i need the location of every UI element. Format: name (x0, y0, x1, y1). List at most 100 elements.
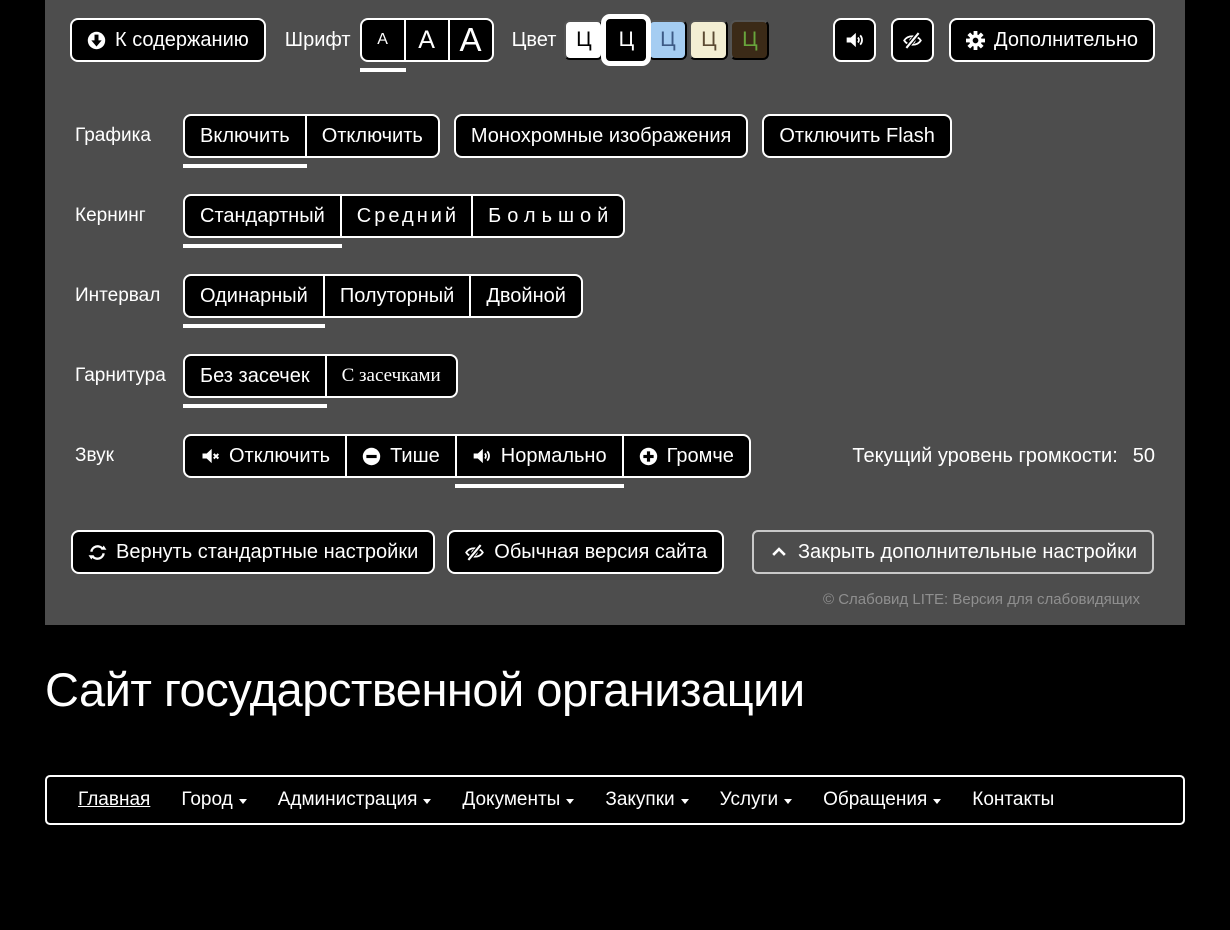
nav-item-uslugi[interactable]: Услуги (720, 789, 792, 811)
color-scheme-brown-button[interactable]: Ц (730, 20, 769, 60)
normal-version-button[interactable]: Обычная версия сайта (447, 530, 724, 574)
typeface-group: Без засечек С засечками (183, 354, 458, 398)
nav-item-label: Документы (462, 789, 560, 811)
color-scheme-white-button[interactable]: Ц (564, 20, 603, 60)
sound-quieter-label: Тише (390, 445, 440, 468)
chevron-down-icon (239, 799, 247, 804)
to-content-button[interactable]: К содержанию (70, 18, 266, 62)
chevron-down-icon (423, 799, 431, 804)
sound-toggle-button[interactable] (833, 18, 876, 62)
minus-circle-icon (362, 447, 381, 466)
typeface-row: Гарнитура Без засечек С засечками (75, 354, 1155, 398)
sound-louder-label: Громче (667, 445, 734, 468)
font-size-label: Шрифт (285, 29, 351, 52)
normal-version-icon-button[interactable] (891, 18, 934, 62)
kerning-standard-button[interactable]: Стандартный (183, 194, 342, 238)
nav-item-zakupki[interactable]: Закупки (605, 789, 688, 811)
interval-double-button[interactable]: Двойной (469, 274, 583, 318)
nav-item-label: Администрация (278, 789, 418, 811)
color-scheme-black-button[interactable]: Ц (601, 14, 651, 66)
typeface-sans-button[interactable]: Без засечек (183, 354, 327, 398)
nav-item-administraciya[interactable]: Администрация (278, 789, 432, 811)
kerning-row: Кернинг Стандартный Средний Большой (75, 194, 1155, 238)
main-nav: Главная Город Администрация Документы За… (45, 775, 1185, 825)
interval-single-button[interactable]: Одинарный (183, 274, 325, 318)
arrow-circle-down-icon (87, 31, 106, 50)
reset-settings-button[interactable]: Вернуть стандартные настройки (71, 530, 435, 574)
nav-item-obrascheniya[interactable]: Обращения (823, 789, 941, 811)
close-extra-settings-label: Закрыть дополнительные настройки (798, 541, 1137, 564)
volume-up-icon (845, 30, 865, 50)
normal-version-label: Обычная версия сайта (494, 541, 707, 564)
font-size-medium-button[interactable]: А (404, 18, 450, 62)
sound-row: Звук Отключить Тише Нормально (75, 434, 1155, 478)
kerning-label: Кернинг (75, 205, 183, 227)
accessibility-panel: К содержанию Шрифт А А А Цвет Ц Ц Ц Ц Ц (45, 0, 1185, 625)
sound-off-label: Отключить (229, 445, 330, 468)
slabovid-copyright: © Слабовид LITE: Версия для слабовидящих (823, 591, 1140, 608)
volume-mute-icon (200, 446, 220, 466)
close-extra-settings-button[interactable]: Закрыть дополнительные настройки (752, 530, 1154, 574)
graphics-enable-button[interactable]: Включить (183, 114, 307, 158)
sound-louder-button[interactable]: Громче (622, 434, 751, 478)
graphics-label: Графика (75, 125, 183, 147)
nav-item-label: Контакты (972, 789, 1054, 811)
nav-item-label: Город (181, 789, 232, 811)
monochrome-images-button[interactable]: Монохромные изображения (454, 114, 749, 158)
extra-settings-button[interactable]: Дополнительно (949, 18, 1155, 62)
color-scheme-blue-button[interactable]: Ц (648, 20, 687, 60)
typeface-serif-button[interactable]: С засечками (325, 354, 458, 398)
plus-circle-icon (639, 447, 658, 466)
chevron-up-icon (769, 542, 789, 562)
sound-normal-button[interactable]: Нормально (455, 434, 624, 478)
kerning-large-button[interactable]: Большой (471, 194, 625, 238)
nav-item-label: Обращения (823, 789, 927, 811)
eye-slash-icon (464, 542, 485, 563)
nav-item-label: Закупки (605, 789, 674, 811)
extra-settings-label: Дополнительно (994, 29, 1138, 52)
graphics-disable-button[interactable]: Отключить (305, 114, 440, 158)
nav-item-glavnaya[interactable]: Главная (78, 789, 150, 811)
nav-item-label: Главная (78, 789, 150, 811)
nav-item-label: Услуги (720, 789, 778, 811)
current-volume-label: Текущий уровень громкости: (852, 445, 1117, 468)
accessibility-toolbar: К содержанию Шрифт А А А Цвет Ц Ц Ц Ц Ц (70, 18, 1155, 62)
sound-quieter-button[interactable]: Тише (345, 434, 457, 478)
panel-footer: Вернуть стандартные настройки Обычная ве… (71, 530, 1154, 574)
current-volume-value: 50 (1133, 445, 1155, 468)
color-scheme-label: Цвет (512, 29, 557, 52)
interval-one-half-button[interactable]: Полуторный (323, 274, 472, 318)
reset-settings-label: Вернуть стандартные настройки (116, 541, 418, 564)
current-volume: Текущий уровень громкости: 50 (852, 445, 1155, 468)
sound-label: Звук (75, 445, 183, 467)
page-title: Сайт государственной организации (45, 662, 805, 717)
disable-flash-button[interactable]: Отключить Flash (762, 114, 952, 158)
gear-icon (966, 31, 985, 50)
chevron-down-icon (784, 799, 792, 804)
font-size-large-button[interactable]: А (448, 18, 494, 62)
chevron-down-icon (566, 799, 574, 804)
sound-off-button[interactable]: Отключить (183, 434, 347, 478)
interval-group: Одинарный Полуторный Двойной (183, 274, 583, 318)
graphics-row: Графика Включить Отключить Монохромные и… (75, 114, 1155, 158)
nav-item-kontakty[interactable]: Контакты (972, 789, 1054, 811)
interval-label: Интервал (75, 285, 183, 307)
sound-normal-label: Нормально (501, 445, 607, 468)
font-size-small-button[interactable]: А (360, 18, 406, 62)
sound-group: Отключить Тише Нормально Громче (183, 434, 751, 478)
kerning-medium-button[interactable]: Средний (340, 194, 473, 238)
typeface-label: Гарнитура (75, 365, 183, 387)
chevron-down-icon (933, 799, 941, 804)
graphics-toggle-group: Включить Отключить (183, 114, 440, 158)
font-size-group: А А А (360, 18, 494, 62)
nav-item-gorod[interactable]: Город (181, 789, 246, 811)
kerning-group: Стандартный Средний Большой (183, 194, 625, 238)
chevron-down-icon (681, 799, 689, 804)
to-content-label: К содержанию (115, 29, 249, 52)
refresh-icon (88, 543, 107, 562)
interval-row: Интервал Одинарный Полуторный Двойной (75, 274, 1155, 318)
nav-item-dokumenty[interactable]: Документы (462, 789, 574, 811)
eye-slash-icon (902, 30, 923, 51)
color-scheme-beige-button[interactable]: Ц (689, 20, 728, 60)
color-scheme-group: Ц Ц Ц Ц Ц (564, 14, 771, 66)
